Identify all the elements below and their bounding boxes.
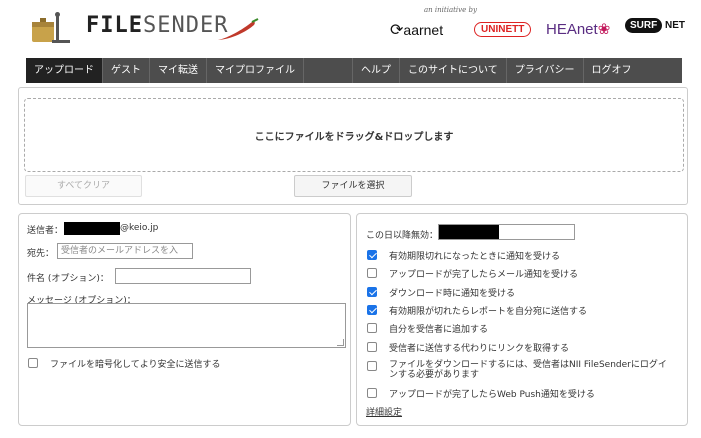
expiry-date-field[interactable] — [438, 224, 575, 240]
option-checkbox-require-login[interactable] — [367, 361, 377, 371]
dropzone-text: ここにファイルをドラッグ&ドロップします — [254, 132, 454, 143]
option-checkbox-add-me[interactable] — [367, 323, 377, 333]
option-label: アップロードが完了したらメール通知を受ける — [389, 270, 579, 280]
expiry-label: この日以降無効： — [366, 231, 439, 241]
file-dropzone[interactable]: ここにファイルをドラッグ&ドロップします — [24, 98, 684, 172]
encrypt-checkbox[interactable] — [28, 358, 38, 368]
option-label: 有効期限が切れたらレポートを自分宛に送信する — [389, 307, 588, 317]
tab-help[interactable]: ヘルプ — [353, 58, 400, 83]
heanet-logo[interactable]: HEAnet❀ — [546, 20, 610, 38]
sender-redaction — [64, 222, 120, 235]
option-label: 自分を受信者に追加する — [389, 325, 489, 335]
header: FILESENDER an initiative by ⟳aarnet UNIN… — [0, 0, 701, 56]
tab-upload[interactable]: アップロード — [26, 58, 103, 83]
to-email-field[interactable]: 受信者のメールアドレスを入 — [57, 243, 193, 259]
filesender-logo-icon — [30, 12, 72, 46]
option-label-cont: ンする必要があります — [389, 370, 480, 380]
select-files-button[interactable]: ファイルを選択 — [294, 175, 412, 197]
nav-spacer — [304, 58, 353, 83]
tab-logoff[interactable]: ログオフ — [584, 58, 640, 83]
option-checkbox-expiry-notify[interactable] — [367, 250, 377, 260]
filesender-logo[interactable]: FILESENDER — [86, 13, 228, 38]
to-label: 宛先： — [27, 249, 55, 259]
initiative-text: an initiative by — [424, 6, 477, 14]
uninett-logo[interactable]: UNINETT — [474, 22, 532, 37]
option-label: アップロードが完了したらWeb Push通知を受ける — [389, 390, 595, 400]
option-checkbox-download-notify[interactable] — [367, 287, 377, 297]
encrypt-label: ファイルを暗号化してより安全に送信する — [50, 360, 221, 370]
advanced-settings-link[interactable]: 詳細設定 — [366, 405, 402, 418]
option-checkbox-expiry-report[interactable] — [367, 305, 377, 315]
option-label: 有効期限切れになったときに通知を受ける — [389, 252, 561, 262]
clear-all-button[interactable]: すべてクリア — [25, 175, 142, 197]
sender-domain: @keio.jp — [120, 223, 159, 233]
main-nav: アップロード ゲスト マイ転送 マイプロファイル ヘルプ このサイトについて プ… — [26, 58, 682, 83]
tab-privacy[interactable]: プライバシー — [507, 58, 584, 83]
surfnet-logo[interactable]: SURF NET — [625, 18, 685, 33]
expiry-redaction — [439, 225, 499, 239]
option-label: 受信者に送信する代わりにリンクを取得する — [389, 344, 570, 354]
tab-my-profile[interactable]: マイプロファイル — [207, 58, 304, 83]
tab-my-transfers[interactable]: マイ転送 — [150, 58, 207, 83]
message-textarea[interactable] — [27, 303, 346, 348]
subject-field[interactable] — [115, 268, 251, 284]
subject-label: 件名 (オプション)： — [27, 274, 109, 284]
tab-about[interactable]: このサイトについて — [400, 58, 507, 83]
option-checkbox-upload-email[interactable] — [367, 268, 377, 278]
option-label: ダウンロード時に通知を受ける — [389, 289, 516, 299]
option-checkbox-web-push[interactable] — [367, 388, 377, 398]
option-checkbox-get-link[interactable] — [367, 342, 377, 352]
sender-label: 送信者： — [27, 226, 64, 236]
tab-guests[interactable]: ゲスト — [103, 58, 150, 83]
pepper-icon — [216, 18, 260, 45]
aarnet-logo[interactable]: ⟳aarnet — [390, 20, 443, 40]
